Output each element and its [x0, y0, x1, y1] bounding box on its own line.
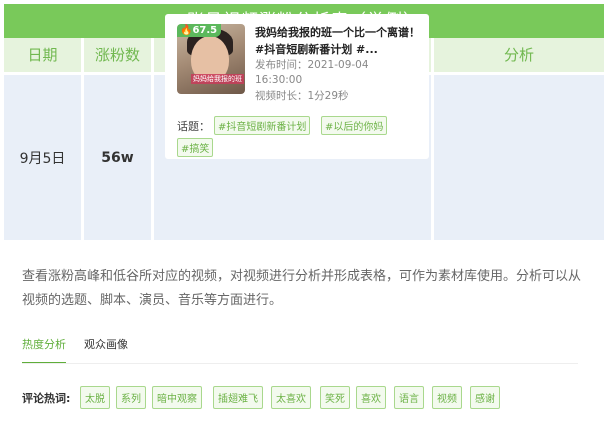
video-thumbnail[interactable]: 妈妈给我报的班 🔥67.5 — [177, 24, 245, 94]
hot-word-tag[interactable]: 太喜欢 — [271, 386, 311, 409]
row-analysis-cell — [434, 72, 604, 240]
hot-word-tag[interactable]: 系列 — [116, 386, 146, 409]
video-card[interactable]: 妈妈给我报的班 🔥67.5 我妈给我报的班一个比一个离谱！#抖音短剧新番计划 #… — [165, 14, 429, 159]
header-date: 日期 — [4, 38, 84, 72]
flame-icon: 🔥 — [180, 25, 193, 36]
video-title[interactable]: 我妈给我报的班一个比一个离谱！#抖音短剧新番计划 #... — [255, 24, 423, 58]
video-duration: 视频时长：1分29秒 — [255, 90, 349, 102]
hot-words-label: 评论热词: — [22, 392, 71, 405]
hot-word-tag[interactable]: 暗中观察 — [152, 386, 202, 409]
topic-tag[interactable]: #搞笑 — [177, 138, 214, 157]
thumbnail-caption: 妈妈给我报的班 — [191, 74, 244, 84]
row-date: 9月5日 — [4, 72, 84, 240]
analysis-tabs: 热度分析 观众画像 — [22, 336, 146, 364]
description-text: 查看涨粉高峰和低谷所对应的视频，对视频进行分析并形成表格，可作为素材库使用。分析… — [22, 269, 582, 308]
header-fans: 涨粉数 — [84, 38, 154, 72]
tab-heat-analysis[interactable]: 热度分析 — [22, 336, 66, 364]
hot-word-tag[interactable]: 感谢 — [470, 386, 500, 409]
hot-word-tag[interactable]: 笑死 — [320, 386, 350, 409]
topic-label: 话题： — [177, 120, 210, 133]
tab-audience-profile[interactable]: 观众画像 — [84, 336, 128, 364]
topic-tag[interactable]: #抖音短剧新番计划 — [214, 116, 311, 135]
heat-value: 67.5 — [192, 25, 218, 36]
hot-word-tag[interactable]: 插翅难飞 — [213, 386, 263, 409]
topic-tag[interactable]: #以后的你妈 — [321, 116, 388, 135]
header-analysis: 分析 — [503, 46, 534, 64]
heat-badge: 🔥67.5 — [177, 24, 222, 37]
hot-word-tag[interactable]: 视频 — [432, 386, 462, 409]
tab-divider — [22, 363, 578, 364]
hot-word-tag[interactable]: 语言 — [394, 386, 424, 409]
hot-word-tag[interactable]: 喜欢 — [356, 386, 386, 409]
publish-time: 发布时间：2021-09-04 16:30:00 — [255, 59, 369, 86]
row-fans: 56w — [84, 72, 154, 240]
hot-word-tag[interactable]: 太脱 — [80, 386, 110, 409]
